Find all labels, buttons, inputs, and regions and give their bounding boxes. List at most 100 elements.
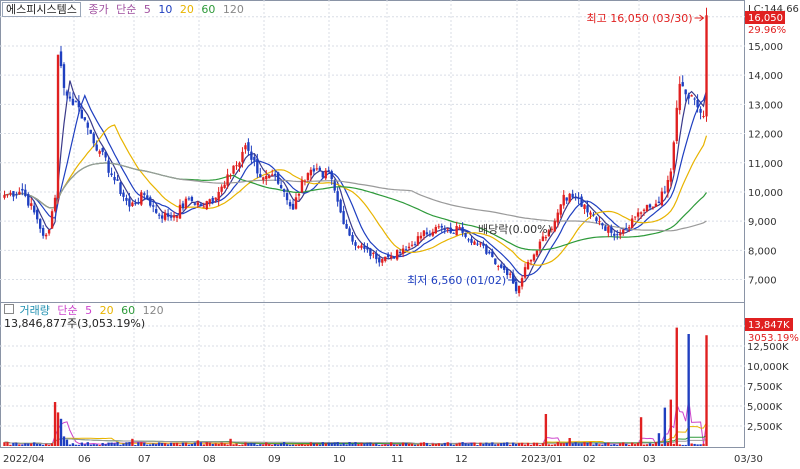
candle-body (485, 244, 488, 254)
date-tick-label: 03/30 (734, 454, 763, 465)
volume-bar (181, 442, 185, 446)
candle-body (68, 96, 72, 99)
candle-body (571, 193, 574, 198)
volume-bar (53, 402, 57, 446)
volume-bar (163, 443, 167, 446)
volume-bar (461, 442, 464, 446)
stock-chart: 16,00015,00014,00013,00012,00011,00010,0… (0, 0, 800, 469)
volume-bar (241, 444, 244, 446)
vma60-period: 60 (121, 304, 136, 317)
pct-tag: 29.96% (748, 25, 786, 36)
volume-bar (125, 442, 128, 446)
candle-body (565, 197, 568, 201)
candle-body (110, 173, 113, 176)
volume-bar (592, 444, 595, 446)
checkbox-icon[interactable] (4, 304, 14, 314)
price-tag: 16,050 (748, 13, 783, 24)
volume-bar (625, 443, 628, 446)
candle-body (351, 234, 354, 242)
candle-body (407, 246, 411, 249)
candle-body (256, 158, 259, 174)
candle-body (598, 221, 601, 223)
volume-bar (214, 443, 217, 446)
volume-bar (473, 442, 476, 446)
candle-body (562, 194, 565, 206)
volume-bar (321, 442, 324, 446)
candle-body (378, 257, 381, 263)
candle-body (21, 188, 24, 191)
volume-bar (702, 443, 705, 446)
volume-bar (366, 442, 369, 446)
volume-bar (479, 442, 482, 446)
low-annotation: 최저 6,560 (01/02) (407, 274, 506, 287)
volume-bar (232, 444, 235, 446)
ma120-period: 120 (222, 3, 244, 16)
volume-bar (303, 444, 307, 446)
price-tick-label: 13,000 (748, 100, 783, 111)
candle-body (574, 197, 577, 199)
candle-body (327, 170, 330, 172)
candle-body (586, 205, 589, 213)
candle-body (452, 232, 455, 234)
price-tick-label: 14,000 (748, 71, 783, 82)
volume-bar (113, 443, 116, 446)
volume-bar (259, 444, 262, 446)
candle-body (440, 225, 443, 228)
volume-bar (488, 443, 491, 446)
volume-bar (601, 444, 604, 446)
candle-body (384, 256, 387, 261)
candle-body (387, 254, 390, 258)
candle-body (636, 212, 640, 217)
candle-body (33, 205, 36, 213)
volume-bar (434, 443, 438, 446)
candle-body (318, 167, 321, 171)
date-tick-label: 02 (583, 454, 596, 465)
candle-body (395, 249, 399, 260)
candle-body (494, 258, 497, 265)
volume-legend: 거래량 단순 5 20 60 120 (4, 304, 168, 318)
candle-body (381, 259, 384, 263)
volume-bar (395, 444, 399, 446)
candle-body (152, 205, 155, 207)
volume-bar (693, 443, 696, 446)
candle-body (342, 211, 345, 225)
volume-bar (288, 444, 292, 446)
volume-bar (613, 444, 616, 446)
candle-body (473, 241, 476, 245)
volume-bar (404, 443, 408, 446)
candle-body (601, 223, 604, 226)
volume-bar (315, 443, 319, 446)
candle-body (297, 193, 301, 196)
candle-body (211, 197, 214, 202)
volume-bar (18, 444, 21, 446)
candle-body (639, 212, 643, 214)
candle-body (18, 191, 21, 195)
vma5-period: 5 (85, 304, 93, 317)
candle-body (666, 180, 670, 193)
volume-bar (535, 442, 539, 446)
candle-body (113, 176, 116, 181)
candle-body (190, 196, 194, 202)
volume-bar (6, 442, 9, 446)
candle-body (241, 151, 244, 162)
volume-bar (666, 442, 670, 446)
volume-bar (178, 444, 182, 446)
volume-bar (577, 443, 580, 446)
candle-body (410, 244, 414, 246)
candle-body (443, 229, 446, 231)
candle-body (678, 83, 681, 111)
price-tick-label: 12,000 (748, 130, 783, 141)
volume-bar (669, 399, 673, 446)
candle-body (223, 184, 226, 188)
volume-bar (149, 444, 152, 446)
candle-body (214, 197, 217, 200)
candle-body (6, 194, 9, 196)
volume-bar (297, 444, 301, 446)
volume-bar (202, 444, 205, 446)
volume-bar (226, 444, 229, 446)
volume-bar (30, 443, 33, 446)
volume-bar (160, 442, 164, 446)
volume-bar (482, 443, 485, 446)
stock-name[interactable]: 에스피시스템스 (2, 2, 81, 17)
volume-bar (330, 442, 333, 446)
